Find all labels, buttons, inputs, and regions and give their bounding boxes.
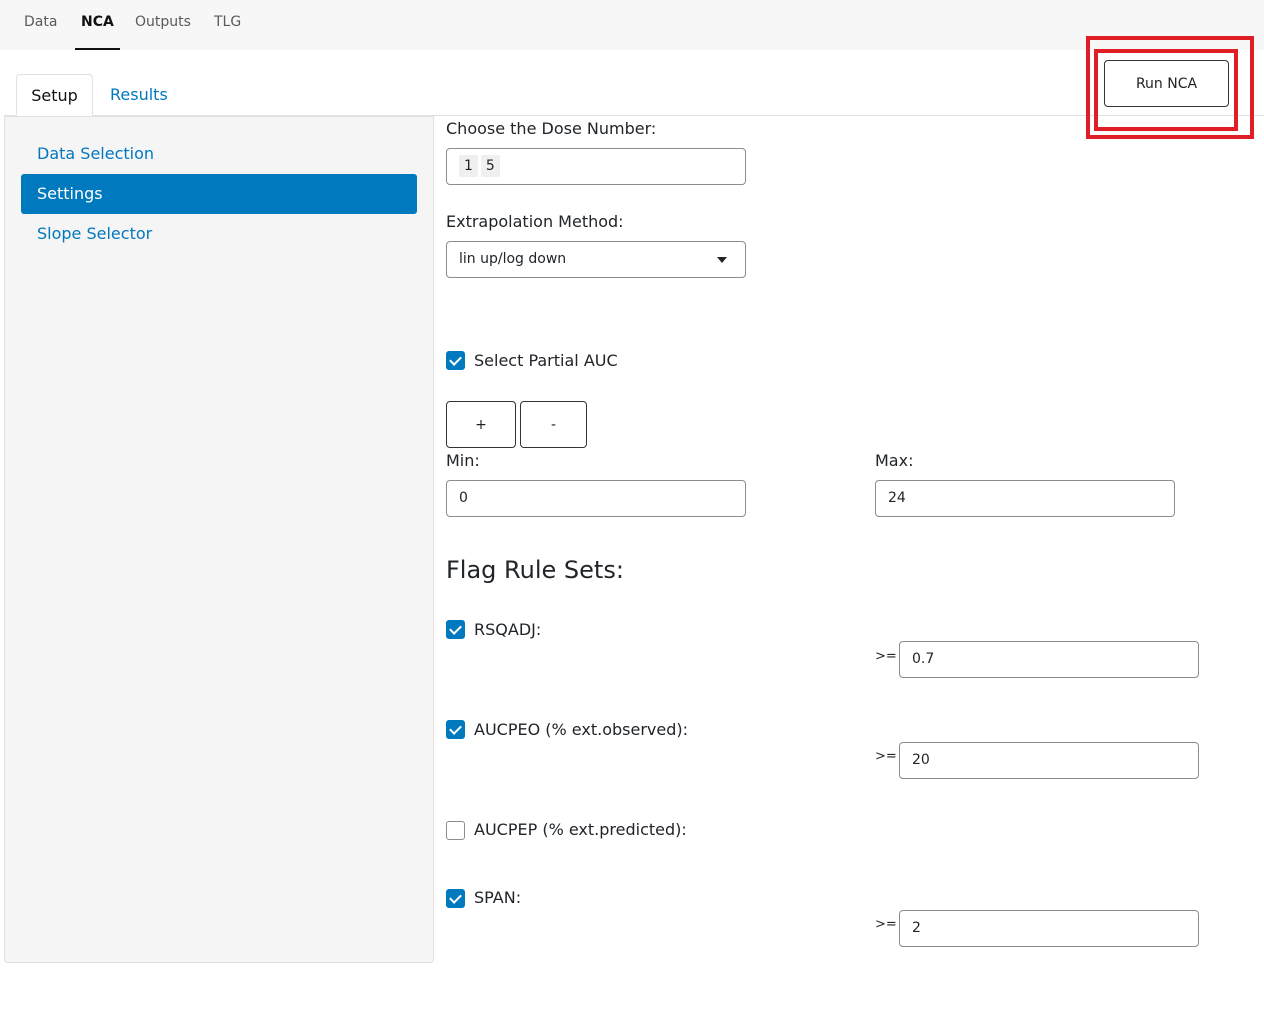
dose-chip[interactable]: 5: [480, 155, 500, 177]
sidebar-item-data-selection[interactable]: Data Selection: [21, 134, 417, 174]
sidebar: Data Selection Settings Slope Selector: [4, 116, 434, 963]
min-input[interactable]: 0: [446, 480, 746, 517]
nav-tab-nca[interactable]: NCA: [75, 0, 120, 50]
aucpeo-checkbox[interactable]: [446, 720, 465, 739]
extrapolation-label: Extrapolation Method:: [446, 212, 624, 231]
tab-results[interactable]: Results: [110, 74, 168, 116]
extrapolation-value: lin up/log down: [459, 251, 567, 267]
span-label: SPAN:: [474, 888, 522, 907]
flag-rules-heading: Flag Rule Sets:: [446, 556, 624, 584]
extrapolation-select[interactable]: lin up/log down: [446, 241, 746, 278]
span-checkbox[interactable]: [446, 889, 465, 908]
span-operator: >=: [875, 917, 897, 932]
tab-setup[interactable]: Setup: [16, 74, 93, 116]
sidebar-item-slope-selector[interactable]: Slope Selector: [21, 214, 417, 254]
partial-auc-checkbox[interactable]: [446, 351, 465, 370]
rsqadj-input[interactable]: 0.7: [899, 641, 1199, 678]
min-label: Min:: [446, 451, 480, 470]
chevron-down-icon: [717, 257, 727, 263]
dose-number-label: Choose the Dose Number:: [446, 119, 657, 138]
rsqadj-label: RSQADJ:: [474, 620, 542, 639]
run-nca-button[interactable]: Run NCA: [1104, 60, 1229, 107]
nav-tab-tlg[interactable]: TLG: [214, 0, 241, 50]
aucpeo-input[interactable]: 20: [899, 742, 1199, 779]
partial-auc-label: Select Partial AUC: [474, 351, 618, 370]
dose-chip[interactable]: 1: [459, 155, 478, 177]
max-label: Max:: [875, 451, 914, 470]
aucpep-label: AUCPEP (% ext.predicted):: [474, 820, 687, 839]
sidebar-item-settings[interactable]: Settings: [21, 174, 417, 214]
aucpeo-label: AUCPEO (% ext.observed):: [474, 720, 688, 739]
span-input[interactable]: 2: [899, 910, 1199, 947]
aucpep-checkbox[interactable]: [446, 821, 465, 840]
top-nav: Data NCA Outputs TLG: [0, 0, 1264, 50]
remove-interval-button[interactable]: -: [520, 401, 587, 448]
max-input[interactable]: 24: [875, 480, 1175, 517]
dose-number-select[interactable]: 15: [446, 148, 746, 185]
nav-tab-data[interactable]: Data: [24, 0, 57, 50]
add-interval-button[interactable]: +: [446, 401, 516, 448]
rsqadj-operator: >=: [875, 649, 897, 664]
nav-tab-outputs[interactable]: Outputs: [135, 0, 191, 50]
rsqadj-checkbox[interactable]: [446, 620, 465, 639]
aucpeo-operator: >=: [875, 749, 897, 764]
